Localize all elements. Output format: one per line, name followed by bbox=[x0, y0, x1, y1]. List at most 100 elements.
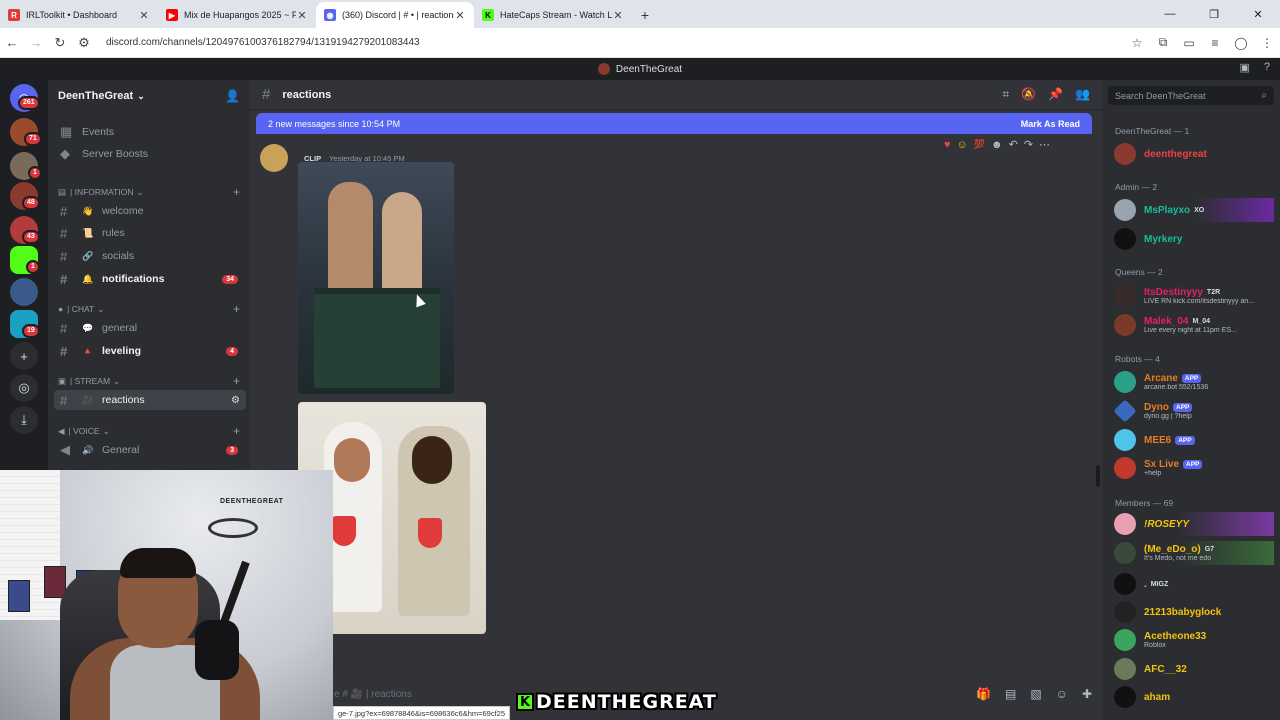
create-channel-icon[interactable]: + bbox=[233, 374, 240, 388]
inbox-icon[interactable]: ▣ bbox=[1239, 61, 1249, 74]
member-name: . bbox=[1144, 578, 1147, 590]
mention-count-badge: 34 bbox=[222, 274, 238, 284]
member-item[interactable]: aham bbox=[1114, 685, 1274, 709]
server-boosts-item[interactable]: ◆ Server Boosts bbox=[54, 144, 246, 164]
member-item[interactable]: Myrkery bbox=[1114, 227, 1274, 251]
member-item[interactable]: MEE6 APP bbox=[1114, 428, 1274, 452]
member-item[interactable]: MsPlayxo XO bbox=[1114, 198, 1274, 222]
create-channel-icon[interactable]: + bbox=[233, 185, 240, 199]
download-icon[interactable]: ⤓ bbox=[10, 406, 38, 434]
close-tab-icon[interactable]: ✕ bbox=[612, 9, 624, 22]
browser-tab-irltoolkit[interactable]: R IRLToolkit • Dashboard ✕ bbox=[0, 2, 158, 28]
channel-name: rules bbox=[102, 227, 125, 239]
member-item[interactable]: !ROSEYY bbox=[1114, 512, 1274, 536]
minimize-icon[interactable]: — bbox=[1148, 0, 1192, 28]
mute-bell-icon[interactable]: 🔕 bbox=[1021, 87, 1036, 102]
member-item[interactable]: AFC__32 bbox=[1114, 657, 1274, 681]
author-avatar[interactable] bbox=[260, 144, 288, 172]
member-status: It's Medo, not me edo bbox=[1144, 555, 1212, 562]
mark-as-read-button[interactable]: Mark As Read bbox=[1021, 119, 1080, 129]
forward-icon[interactable]: → bbox=[24, 31, 48, 55]
bookmark-star-icon[interactable]: ☆ bbox=[1124, 31, 1150, 55]
emoji-icon[interactable]: ☺ bbox=[1056, 687, 1068, 701]
close-tab-icon[interactable]: ✕ bbox=[296, 9, 308, 22]
member-item[interactable]: (Me_eDo_o) G7 It's Medo, not me edo bbox=[1114, 541, 1274, 565]
hundred-reaction-icon[interactable]: 💯 bbox=[974, 139, 985, 150]
restore-icon[interactable]: ❐ bbox=[1192, 0, 1236, 28]
new-tab-button[interactable]: + bbox=[632, 2, 658, 28]
voice-channel-general[interactable]: ◀ 🔊 General 3 bbox=[54, 440, 246, 460]
server-icon[interactable] bbox=[10, 278, 38, 306]
member-name: MEE6 bbox=[1144, 434, 1172, 446]
new-messages-bar[interactable]: 2 new messages since 10:54 PM Mark As Re… bbox=[256, 113, 1092, 134]
create-channel-icon[interactable]: + bbox=[233, 302, 240, 316]
category-voice[interactable]: ◀ | VOICE ⌄ + bbox=[58, 424, 246, 438]
member-item[interactable]: Acetheone33 Roblox bbox=[1114, 628, 1274, 652]
reload-icon[interactable]: ↻ bbox=[48, 31, 72, 55]
forward-icon[interactable]: ↷ bbox=[1024, 138, 1033, 151]
help-icon[interactable]: ? bbox=[1264, 61, 1270, 74]
heart-reaction-icon[interactable]: ♥ bbox=[944, 139, 951, 151]
channel-reactions[interactable]: # 🎥 reactions ⚙ bbox=[54, 390, 246, 410]
close-tab-icon[interactable]: ✕ bbox=[454, 9, 466, 22]
member-item[interactable]: Sx Live APP +help bbox=[1114, 456, 1274, 480]
add-server-icon[interactable]: + bbox=[10, 342, 38, 370]
browser-tab-discord[interactable]: ◉ (360) Discord | # • | reactions ✕ bbox=[316, 2, 474, 28]
channel-settings-gear-icon[interactable]: ⚙ bbox=[231, 395, 240, 406]
add-reaction-icon[interactable]: ☻ bbox=[991, 139, 1003, 151]
channel-socials[interactable]: # 🔗 socials bbox=[54, 246, 246, 266]
channel-welcome[interactable]: # 👋 welcome bbox=[54, 201, 246, 221]
gift-icon[interactable]: 🎁 bbox=[976, 687, 991, 701]
close-tab-icon[interactable]: ✕ bbox=[138, 9, 150, 22]
member-status: Live every night at 11pm ES... bbox=[1144, 327, 1237, 334]
discover-icon[interactable]: ◎ bbox=[10, 374, 38, 402]
apps-icon[interactable]: ✚ bbox=[1082, 687, 1092, 701]
extensions-icon[interactable]: ⧉ bbox=[1150, 31, 1176, 55]
member-item[interactable]: ItsDestinyyy T2R LIVE RN kick.com/itsdes… bbox=[1114, 284, 1274, 308]
pin-icon[interactable]: 📌 bbox=[1048, 87, 1063, 102]
create-channel-icon[interactable]: + bbox=[233, 424, 240, 438]
server-search-input[interactable]: Search DeenTheGreat ⌕ bbox=[1108, 86, 1274, 105]
channel-rules[interactable]: # 📜 rules bbox=[54, 223, 246, 243]
member-item[interactable]: Dyno APP dyno.gg | ?help bbox=[1113, 399, 1274, 423]
member-list-icon[interactable]: 👥 bbox=[1075, 87, 1090, 102]
member-item[interactable]: Malek_04 M_04 Live every night at 11pm E… bbox=[1114, 313, 1274, 337]
channel-general[interactable]: # 💬 general bbox=[54, 318, 246, 338]
member-item[interactable]: . MIGZ bbox=[1114, 572, 1274, 596]
attached-image[interactable] bbox=[298, 162, 454, 394]
laugh-reaction-icon[interactable]: ☺ bbox=[957, 139, 968, 151]
url-field[interactable]: discord.com/channels/1204976100376182794… bbox=[106, 37, 1124, 48]
events-item[interactable]: ▦ Events bbox=[54, 122, 246, 142]
reply-icon[interactable]: ↶ bbox=[1009, 138, 1018, 151]
hash-icon: # bbox=[262, 86, 271, 103]
channel-emoji: 🔗 bbox=[82, 250, 94, 261]
scrollbar-thumb[interactable] bbox=[1096, 465, 1100, 487]
category-chat[interactable]: ● | CHAT ⌄ + bbox=[58, 302, 246, 316]
server-name-header[interactable]: DeenTheGreat ⌄ 👤 bbox=[48, 80, 250, 112]
sticker-icon[interactable]: ▧ bbox=[1030, 687, 1041, 701]
browser-tab-kick[interactable]: K HateCaps Stream - Watch Live ✕ bbox=[474, 2, 632, 28]
chat-main: # reactions ⌗ 🔕 📌 👥 2 new messages since… bbox=[250, 80, 1102, 720]
media-icon[interactable]: ≡ bbox=[1202, 31, 1228, 55]
channel-notifications[interactable]: # 🔔 notifications 34 bbox=[54, 269, 246, 289]
member-item[interactable]: deenthegreat bbox=[1114, 142, 1274, 166]
threads-icon[interactable]: ⌗ bbox=[1002, 87, 1009, 102]
category-information[interactable]: ▤ | INFORMATION ⌄ + bbox=[58, 185, 246, 199]
back-icon[interactable]: ← bbox=[0, 31, 24, 55]
member-item[interactable]: Arcane APP arcane.bot 552/1536 bbox=[1114, 370, 1274, 394]
gif-icon[interactable]: ▤ bbox=[1005, 687, 1016, 701]
invite-people-icon[interactable]: 👤 bbox=[225, 89, 240, 103]
menu-icon[interactable]: ⋮ bbox=[1254, 31, 1280, 55]
channel-leveling[interactable]: # 🔺 leveling 4 bbox=[54, 341, 246, 361]
site-info-icon[interactable]: ⚙ bbox=[72, 31, 96, 55]
channel-emoji: 🔔 bbox=[82, 273, 94, 284]
browser-tab-youtube[interactable]: ▶ Mix de Huapangos 2025 ~ Pop ✕ bbox=[158, 2, 316, 28]
category-stream[interactable]: ▣ | STREAM ⌄ + bbox=[58, 374, 246, 388]
more-options-icon[interactable]: ⋯ bbox=[1039, 138, 1050, 151]
hash-icon: # bbox=[60, 225, 68, 241]
cast-icon[interactable]: ▭ bbox=[1176, 31, 1202, 55]
webcam-overlay: DEENTHEGREAT bbox=[0, 470, 333, 720]
member-item[interactable]: 21213babyglock bbox=[1114, 600, 1274, 624]
close-window-icon[interactable]: ✕ bbox=[1236, 0, 1280, 28]
profile-icon[interactable]: ◯ bbox=[1228, 31, 1254, 55]
